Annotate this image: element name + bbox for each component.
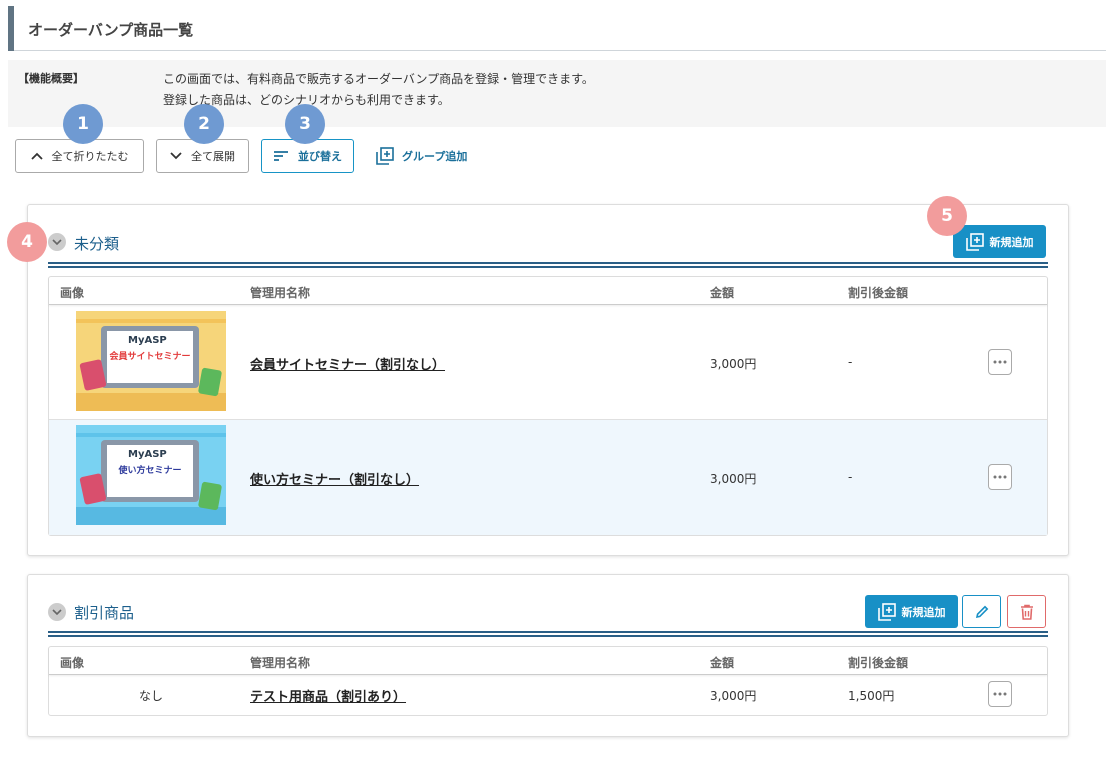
product-thumbnail[interactable]: MyASP 使い方セミナー [76, 425, 226, 525]
callout-badge-3: 3 [285, 104, 325, 144]
more-dots-icon [993, 692, 1007, 696]
group-toggle-chevron-icon[interactable] [48, 603, 66, 621]
thumb-caption: 会員サイトセミナー [109, 352, 191, 362]
sort-label: 並び替え [298, 150, 342, 163]
callout-badge-1: 1 [63, 104, 103, 144]
table-row: MyASP 使い方セミナー 使い方セミナー（割引なし） 3,000円 - [49, 420, 1047, 535]
product-name-link[interactable]: テスト用商品（割引あり） [250, 686, 406, 705]
expand-all-label: 全て展開 [191, 150, 235, 163]
chevron-up-icon [30, 152, 43, 160]
page-header: オーダーバンプ商品一覧 [8, 6, 1106, 51]
add-group-button[interactable]: グループ追加 [366, 139, 486, 173]
pencil-icon [975, 605, 988, 618]
new-item-label: 新規追加 [901, 605, 946, 619]
products-table: 画像 管理用名称 金額 割引後金額 MyASP 会員サイトセミナー 会員サイトセ… [48, 276, 1048, 536]
sort-lines-icon [274, 151, 288, 161]
group-card-discount: 割引商品 新規追加 画像 管理用名称 金額 割引後金額 なし テスト用商品（割引… [27, 574, 1069, 737]
col-image: 画像 [60, 286, 85, 300]
table-row: なし テスト用商品（割引あり） 3,000円 1,500円 [49, 675, 1047, 715]
products-table: 画像 管理用名称 金額 割引後金額 なし テスト用商品（割引あり） 3,000円… [48, 646, 1048, 716]
group-title: 割引商品 [74, 604, 135, 622]
product-name-link[interactable]: 会員サイトセミナー（割引なし） [250, 354, 445, 373]
summary-label: 【機能概要】 [18, 72, 84, 85]
callout-badge-5: 5 [927, 196, 967, 236]
more-dots-icon [993, 475, 1007, 479]
add-box-icon [965, 232, 984, 251]
table-header: 画像 管理用名称 金額 割引後金額 [49, 277, 1047, 305]
feature-summary: 【機能概要】 この画面では、有料商品で販売するオーダーバンプ商品を登録・管理でき… [8, 60, 1106, 127]
product-price: 3,000円 [710, 689, 757, 703]
edit-group-button[interactable] [962, 595, 1001, 628]
collapse-all-label: 全て折りたたむ [51, 150, 129, 163]
group-toggle-chevron-icon[interactable] [48, 233, 66, 251]
group-title: 未分類 [74, 235, 120, 253]
sort-button[interactable]: 並び替え [261, 139, 354, 173]
thumb-brand: MyASP [128, 449, 167, 460]
table-row: MyASP 会員サイトセミナー 会員サイトセミナー（割引なし） 3,000円 - [49, 305, 1047, 420]
new-item-label: 新規追加 [989, 235, 1034, 249]
new-item-button[interactable]: 新規追加 [953, 225, 1046, 258]
product-discount-price: - [848, 470, 853, 484]
summary-line-1: この画面では、有料商品で販売するオーダーバンプ商品を登録・管理できます。 [163, 72, 594, 86]
add-group-label: グループ追加 [402, 150, 468, 163]
col-name: 管理用名称 [250, 286, 311, 300]
product-thumbnail[interactable]: MyASP 会員サイトセミナー [76, 311, 226, 411]
thumb-caption: 使い方セミナー [118, 466, 182, 476]
add-box-icon [877, 602, 896, 621]
more-dots-icon [993, 360, 1007, 364]
col-discount-price: 割引後金額 [848, 286, 909, 300]
callout-badge-2: 2 [184, 104, 224, 144]
more-options-button[interactable] [988, 681, 1012, 707]
collapse-all-button[interactable]: 全て折りたたむ [15, 139, 144, 173]
col-price: 金額 [710, 656, 735, 670]
delete-group-button[interactable] [1007, 595, 1046, 628]
chevron-down-icon [170, 152, 182, 160]
callout-badge-4: 4 [7, 222, 47, 262]
thumb-brand: MyASP [128, 335, 167, 346]
header-accent-bar [8, 6, 14, 51]
product-price: 3,000円 [710, 357, 757, 371]
add-box-icon [376, 147, 394, 165]
table-header: 画像 管理用名称 金額 割引後金額 [49, 647, 1047, 675]
col-name: 管理用名称 [250, 656, 311, 670]
product-name-link[interactable]: 使い方セミナー（割引なし） [250, 469, 419, 488]
expand-all-button[interactable]: 全て展開 [156, 139, 249, 173]
group-divider [48, 631, 1048, 637]
product-discount-price: - [848, 355, 853, 369]
group-card-uncategorized: 未分類 新規追加 画像 管理用名称 金額 割引後金額 MyASP 会員サイトセミ… [27, 204, 1069, 556]
col-discount-price: 割引後金額 [848, 656, 909, 670]
more-options-button[interactable] [988, 464, 1012, 490]
page-title: オーダーバンプ商品一覧 [28, 21, 194, 39]
col-price: 金額 [710, 286, 735, 300]
new-item-button[interactable]: 新規追加 [865, 595, 958, 628]
product-price: 3,000円 [710, 472, 757, 486]
trash-icon [1020, 604, 1033, 620]
product-discount-price: 1,500円 [848, 689, 895, 703]
group-divider [48, 262, 1048, 268]
more-options-button[interactable] [988, 349, 1012, 375]
col-image: 画像 [60, 656, 85, 670]
no-image-text: なし [139, 689, 164, 703]
